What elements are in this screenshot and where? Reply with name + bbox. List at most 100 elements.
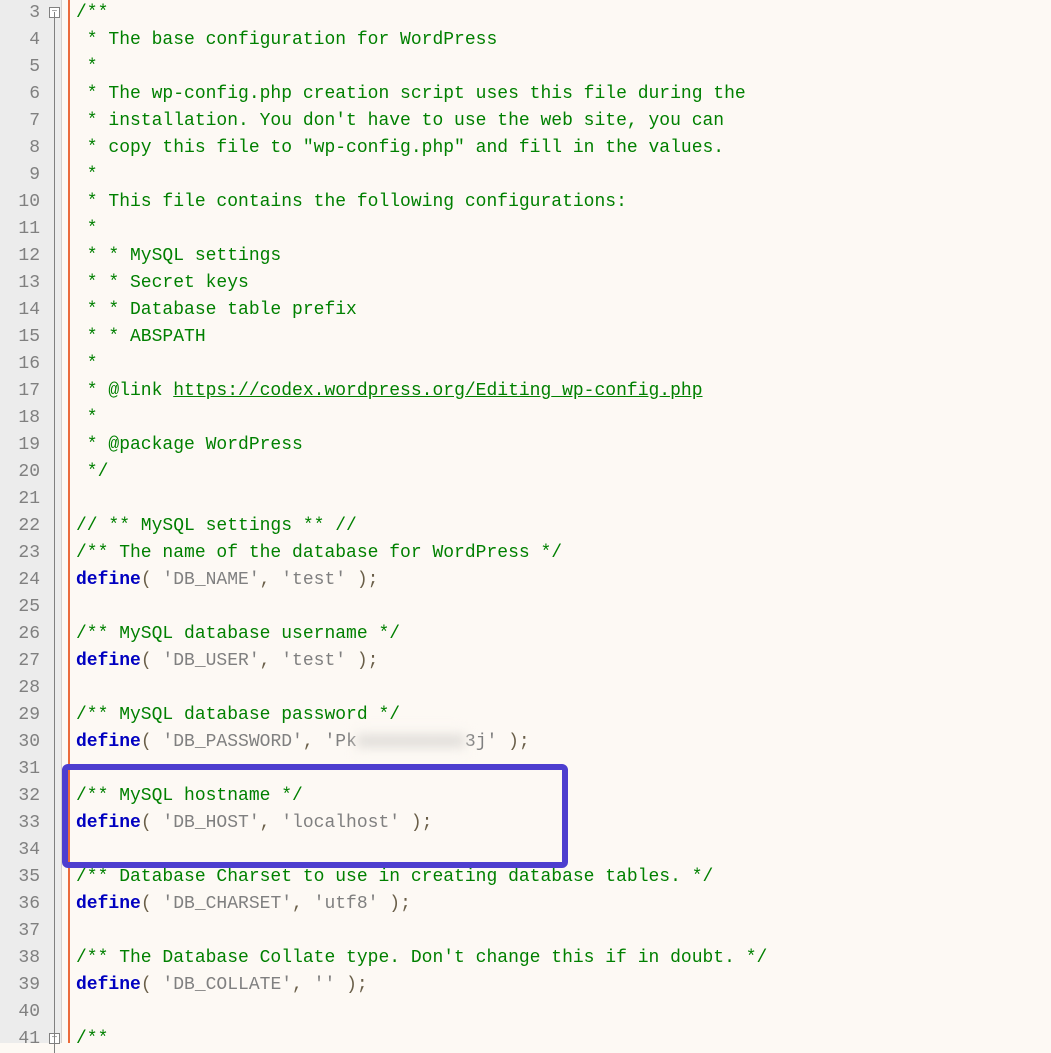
line-number: 15 — [0, 324, 40, 351]
line-number: 40 — [0, 999, 40, 1026]
line-number: 27 — [0, 648, 40, 675]
fold-guide-line — [54, 12, 55, 1053]
code-line[interactable]: define( 'DB_CHARSET', 'utf8' ); — [68, 891, 1051, 918]
code-editor[interactable]: 3456789101112131415161718192021222324252… — [0, 0, 1051, 1043]
code-line[interactable]: * * Secret keys — [68, 270, 1051, 297]
code-line[interactable] — [68, 837, 1051, 864]
code-line[interactable]: define( 'DB_USER', 'test' ); — [68, 648, 1051, 675]
code-token: * — [76, 57, 98, 77]
line-number: 31 — [0, 756, 40, 783]
code-token: /** MySQL database username */ — [76, 624, 400, 644]
code-token: 'DB_USER' — [162, 651, 259, 671]
code-line[interactable]: /** — [68, 0, 1051, 27]
code-token: * The base configuration for WordPress — [76, 30, 497, 50]
line-number: 6 — [0, 81, 40, 108]
code-token: , — [260, 651, 282, 671]
code-line[interactable]: * — [68, 405, 1051, 432]
line-number: 21 — [0, 486, 40, 513]
code-line[interactable]: /** MySQL database password */ — [68, 702, 1051, 729]
line-number: 25 — [0, 594, 40, 621]
code-token: 'DB_HOST' — [162, 813, 259, 833]
code-line[interactable]: * @link https://codex.wordpress.org/Edit… — [68, 378, 1051, 405]
code-line[interactable]: define( 'DB_COLLATE', '' ); — [68, 972, 1051, 999]
code-line[interactable]: * — [68, 162, 1051, 189]
line-number: 16 — [0, 351, 40, 378]
line-number: 3 — [0, 0, 40, 27]
code-line[interactable]: * The wp-config.php creation script uses… — [68, 81, 1051, 108]
code-line[interactable] — [68, 756, 1051, 783]
code-line[interactable]: * * ABSPATH — [68, 324, 1051, 351]
code-token: ); — [346, 570, 378, 590]
code-token: , — [260, 813, 282, 833]
code-line[interactable]: /** The name of the database for WordPre… — [68, 540, 1051, 567]
code-token: ( — [141, 975, 163, 995]
line-number: 39 — [0, 972, 40, 999]
code-line[interactable]: /** Database Charset to use in creating … — [68, 864, 1051, 891]
code-token: https://codex.wordpress.org/Editing_wp-c… — [173, 381, 702, 401]
code-token: * * Database table prefix — [76, 300, 357, 320]
line-number: 30 — [0, 729, 40, 756]
code-token: // ** MySQL settings ** // — [76, 516, 357, 536]
code-token: xxxxxxxxxx — [357, 729, 465, 756]
code-token: ( — [141, 732, 163, 752]
code-line[interactable]: * @package WordPress — [68, 432, 1051, 459]
code-line[interactable]: /** MySQL hostname */ — [68, 783, 1051, 810]
line-number: 41 — [0, 1026, 40, 1053]
code-line[interactable] — [68, 675, 1051, 702]
code-line[interactable]: * installation. You don't have to use th… — [68, 108, 1051, 135]
code-line[interactable]: * The base configuration for WordPress — [68, 27, 1051, 54]
line-number: 11 — [0, 216, 40, 243]
code-token: define — [76, 732, 141, 752]
line-number: 38 — [0, 945, 40, 972]
code-line[interactable]: * copy this file to "wp-config.php" and … — [68, 135, 1051, 162]
line-number: 35 — [0, 864, 40, 891]
code-area[interactable]: /** * The base configuration for WordPre… — [62, 0, 1051, 1043]
line-number: 9 — [0, 162, 40, 189]
code-line[interactable] — [68, 594, 1051, 621]
line-number: 10 — [0, 189, 40, 216]
code-line[interactable]: define( 'DB_PASSWORD', 'Pkxxxxxxxxxx3j' … — [68, 729, 1051, 756]
code-token: '' — [314, 975, 336, 995]
code-token: ); — [497, 732, 529, 752]
line-number: 5 — [0, 54, 40, 81]
code-line[interactable]: * — [68, 216, 1051, 243]
code-line[interactable] — [68, 999, 1051, 1026]
code-line[interactable]: */ — [68, 459, 1051, 486]
code-token: 'test' — [281, 651, 346, 671]
code-token: define — [76, 975, 141, 995]
code-line[interactable]: * * Database table prefix — [68, 297, 1051, 324]
code-line[interactable] — [68, 918, 1051, 945]
code-token: 'test' — [281, 570, 346, 590]
code-token: /** — [76, 1029, 108, 1049]
code-token: 3j' — [465, 732, 497, 752]
code-line[interactable]: * — [68, 54, 1051, 81]
line-number: 28 — [0, 675, 40, 702]
code-line[interactable]: * * MySQL settings — [68, 243, 1051, 270]
code-line[interactable]: * This file contains the following confi… — [68, 189, 1051, 216]
code-line[interactable]: /** — [68, 1026, 1051, 1053]
line-number: 36 — [0, 891, 40, 918]
code-line[interactable]: * — [68, 351, 1051, 378]
code-token: * The wp-config.php creation script uses… — [76, 84, 746, 104]
code-token: ); — [400, 813, 432, 833]
code-line[interactable]: define( 'DB_HOST', 'localhost' ); — [68, 810, 1051, 837]
code-token: , — [260, 570, 282, 590]
code-line[interactable]: /** The Database Collate type. Don't cha… — [68, 945, 1051, 972]
line-number: 33 — [0, 810, 40, 837]
code-token: 'DB_NAME' — [162, 570, 259, 590]
code-token: ( — [141, 651, 163, 671]
code-line[interactable]: // ** MySQL settings ** // — [68, 513, 1051, 540]
code-token: * This file contains the following confi… — [76, 192, 627, 212]
code-token: ( — [141, 813, 163, 833]
code-line[interactable] — [68, 486, 1051, 513]
code-token: 'localhost' — [281, 813, 400, 833]
code-token: /** MySQL hostname */ — [76, 786, 303, 806]
code-token: define — [76, 894, 141, 914]
line-number: 7 — [0, 108, 40, 135]
line-number: 4 — [0, 27, 40, 54]
code-line[interactable]: /** MySQL database username */ — [68, 621, 1051, 648]
line-number: 14 — [0, 297, 40, 324]
line-number: 37 — [0, 918, 40, 945]
code-token: /** The name of the database for WordPre… — [76, 543, 562, 563]
code-line[interactable]: define( 'DB_NAME', 'test' ); — [68, 567, 1051, 594]
